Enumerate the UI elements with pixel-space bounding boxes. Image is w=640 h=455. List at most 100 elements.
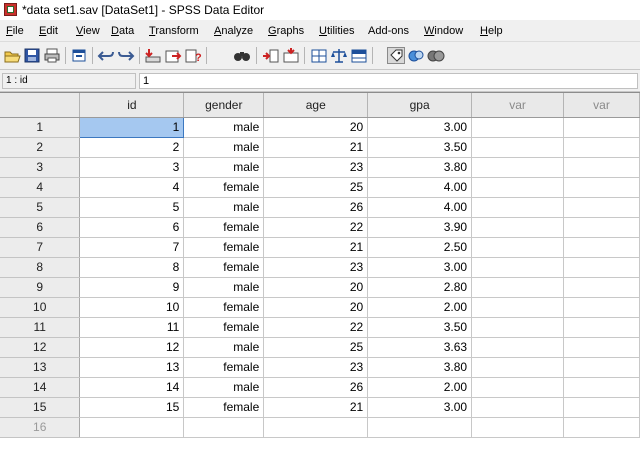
row-header[interactable]: 11 (0, 317, 81, 338)
row-header[interactable]: 6 (0, 217, 81, 238)
menu-file[interactable]: File (6, 25, 24, 37)
cell-gender[interactable]: female (183, 397, 265, 418)
cell-age[interactable]: 26 (263, 197, 369, 218)
cell-gender[interactable]: female (183, 357, 265, 378)
cell-id[interactable]: 6 (79, 217, 185, 238)
cell-gpa[interactable]: 4.00 (367, 197, 473, 218)
cell-gpa[interactable]: 3.80 (367, 157, 473, 178)
cell-var[interactable] (563, 417, 640, 438)
cell-age[interactable]: 25 (263, 337, 369, 358)
cell-id[interactable]: 7 (79, 237, 185, 258)
cell-gender[interactable]: female (183, 257, 265, 278)
row-header[interactable]: 16 (0, 417, 81, 438)
cell-gender[interactable]: male (183, 377, 265, 398)
cell-age[interactable]: 20 (263, 277, 369, 298)
menu-data[interactable]: Data (111, 25, 134, 37)
cell-id[interactable]: 10 (79, 297, 185, 318)
variables-info-icon[interactable]: ? (184, 47, 202, 64)
column-header-gender[interactable]: gender (183, 93, 265, 118)
cell-id[interactable]: 14 (79, 377, 185, 398)
cell-id[interactable]: 2 (79, 137, 185, 158)
cell-var[interactable] (563, 317, 640, 338)
cell-id[interactable]: 4 (79, 177, 185, 198)
cell-var[interactable] (471, 257, 565, 278)
cell-var[interactable] (471, 157, 565, 178)
cell-id[interactable]: 9 (79, 277, 185, 298)
corner-cell[interactable] (0, 93, 81, 118)
dialog-recall-icon[interactable] (70, 47, 88, 64)
menu-view[interactable]: View (76, 25, 100, 37)
column-header-id[interactable]: id (79, 93, 185, 118)
cell-var[interactable] (471, 357, 565, 378)
redo-icon[interactable] (117, 47, 135, 64)
cell-gpa[interactable]: 3.63 (367, 337, 473, 358)
cell-gpa[interactable]: 3.80 (367, 357, 473, 378)
cell-gender[interactable]: female (183, 317, 265, 338)
cell-gpa[interactable]: 2.80 (367, 277, 473, 298)
menu-edit[interactable]: Edit (39, 25, 58, 37)
cell-gpa[interactable]: 3.50 (367, 137, 473, 158)
menu-window[interactable]: Window (424, 25, 463, 37)
cell-gpa[interactable]: 2.00 (367, 297, 473, 318)
cell-age[interactable]: 23 (263, 357, 369, 378)
row-header[interactable]: 15 (0, 397, 81, 418)
cell-gpa[interactable]: 4.00 (367, 177, 473, 198)
save-icon[interactable] (23, 47, 41, 64)
cell-gender[interactable]: female (183, 237, 265, 258)
cell-age[interactable]: 25 (263, 177, 369, 198)
cell-var[interactable] (471, 317, 565, 338)
cell-id[interactable]: 15 (79, 397, 185, 418)
cell-age[interactable]: 22 (263, 217, 369, 238)
cell-gpa[interactable]: 3.50 (367, 317, 473, 338)
cell-age[interactable]: 23 (263, 157, 369, 178)
cell-id[interactable]: 8 (79, 257, 185, 278)
menu-transform[interactable]: Transform (149, 25, 199, 37)
row-header[interactable]: 13 (0, 357, 81, 378)
cell-value-input[interactable]: 1 (139, 73, 638, 89)
cell-gpa[interactable]: 3.00 (367, 257, 473, 278)
cell-gender[interactable]: female (183, 217, 265, 238)
cell-var[interactable] (563, 357, 640, 378)
row-header[interactable]: 7 (0, 237, 81, 258)
show-all-variables-icon[interactable] (427, 47, 445, 64)
cell-var[interactable] (563, 237, 640, 258)
cell-var[interactable] (471, 337, 565, 358)
row-header[interactable]: 5 (0, 197, 81, 218)
row-header[interactable]: 14 (0, 377, 81, 398)
cell-gender[interactable]: male (183, 117, 265, 138)
cell-gender[interactable] (183, 417, 265, 438)
cell-age[interactable]: 22 (263, 317, 369, 338)
menu-graphs[interactable]: Graphs (268, 25, 304, 37)
cell-var[interactable] (563, 277, 640, 298)
cell-var[interactable] (563, 257, 640, 278)
row-header[interactable]: 12 (0, 337, 81, 358)
weight-cases-icon[interactable] (330, 47, 348, 64)
cell-id[interactable]: 12 (79, 337, 185, 358)
cell-var[interactable] (563, 397, 640, 418)
cell-var[interactable] (563, 197, 640, 218)
cell-age[interactable]: 21 (263, 237, 369, 258)
find-icon[interactable] (233, 47, 251, 64)
insert-case-icon[interactable] (262, 47, 280, 64)
column-header-gpa[interactable]: gpa (367, 93, 473, 118)
menu-utilities[interactable]: Utilities (319, 25, 354, 37)
cell-var[interactable] (471, 177, 565, 198)
row-header[interactable]: 1 (0, 117, 81, 138)
cell-var[interactable] (471, 137, 565, 158)
cell-gender[interactable]: female (183, 297, 265, 318)
row-header[interactable]: 3 (0, 157, 81, 178)
cell-id[interactable]: 5 (79, 197, 185, 218)
use-sets-icon[interactable] (407, 47, 425, 64)
undo-icon[interactable] (97, 47, 115, 64)
cell-var[interactable] (563, 177, 640, 198)
cell-var[interactable] (471, 237, 565, 258)
cell-age[interactable]: 20 (263, 297, 369, 318)
cell-var[interactable] (471, 377, 565, 398)
cell-gender[interactable]: male (183, 277, 265, 298)
row-header[interactable]: 8 (0, 257, 81, 278)
cell-var[interactable] (471, 277, 565, 298)
split-file-icon[interactable] (310, 47, 328, 64)
cell-age[interactable] (263, 417, 369, 438)
cell-var[interactable] (563, 157, 640, 178)
cell-id[interactable]: 11 (79, 317, 185, 338)
